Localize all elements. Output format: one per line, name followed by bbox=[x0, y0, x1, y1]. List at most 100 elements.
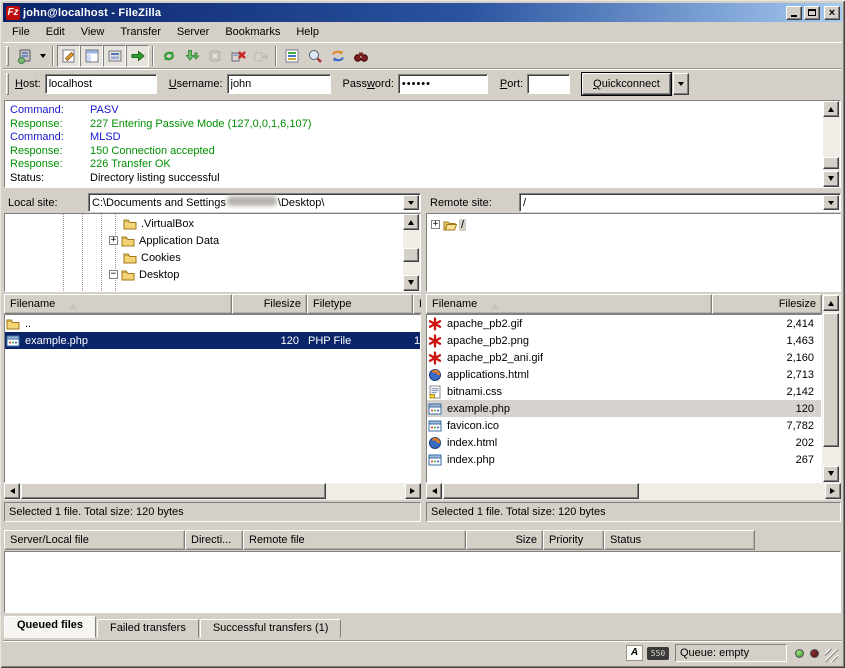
remote-list-scrollbar[interactable] bbox=[822, 294, 841, 483]
tree-item-[interactable]: +/ bbox=[431, 216, 466, 233]
local-list-hscrollbar[interactable] bbox=[4, 483, 421, 500]
remote-hscroll-thumb[interactable] bbox=[443, 483, 639, 499]
tree-item-cookies[interactable]: Cookies bbox=[109, 249, 183, 266]
site-manager-button[interactable] bbox=[13, 45, 36, 67]
disconnect-button[interactable] bbox=[226, 45, 249, 67]
file-row-example-php[interactable]: example.php120PHP File1 bbox=[5, 332, 420, 349]
toggle-local-tree-button[interactable] bbox=[80, 45, 103, 67]
combo-dropdown-button[interactable] bbox=[823, 195, 839, 210]
compare-button[interactable] bbox=[303, 45, 326, 67]
menu-item-server[interactable]: Server bbox=[169, 24, 217, 41]
filename-text: index.html bbox=[445, 437, 497, 449]
menu-item-help[interactable]: Help bbox=[288, 24, 327, 41]
remote-path-combobox[interactable]: / bbox=[519, 193, 841, 212]
column-header-priority[interactable]: Priority bbox=[543, 530, 604, 550]
file-row-index-php[interactable]: index.php267 bbox=[427, 451, 821, 468]
menu-item-file[interactable]: File bbox=[4, 24, 38, 41]
close-button[interactable]: × bbox=[824, 6, 840, 20]
menu-item-edit[interactable]: Edit bbox=[38, 24, 73, 41]
scroll-down-button[interactable] bbox=[823, 466, 839, 482]
column-header-filetype[interactable]: Filetype bbox=[307, 294, 413, 314]
minimize-button[interactable] bbox=[786, 6, 802, 20]
column-header-filename[interactable]: Filename bbox=[426, 294, 712, 314]
host-input[interactable] bbox=[45, 74, 157, 94]
tree-item-virtualbox[interactable]: .VirtualBox bbox=[109, 215, 196, 232]
column-header-filename[interactable]: Filename bbox=[4, 294, 232, 314]
scroll-down-button[interactable] bbox=[403, 275, 419, 291]
file-row-apache-pb2-png[interactable]: apache_pb2.png1,463 bbox=[427, 332, 821, 349]
collapse-minus-icon[interactable]: − bbox=[109, 270, 118, 279]
log-line: Command:PASV bbox=[10, 104, 822, 118]
combo-dropdown-button[interactable] bbox=[403, 195, 419, 210]
process-queue-button[interactable] bbox=[180, 45, 203, 67]
toolbar-grip[interactable] bbox=[6, 46, 9, 66]
scroll-left-button[interactable] bbox=[426, 483, 442, 499]
remote-list-hscrollbar[interactable] bbox=[426, 483, 841, 500]
menu-item-bookmarks[interactable]: Bookmarks bbox=[217, 24, 288, 41]
quickconnect-button[interactable]: Quickconnect bbox=[582, 73, 671, 95]
column-header-status[interactable]: Status bbox=[604, 530, 755, 550]
column-header-remote-file[interactable]: Remote file bbox=[243, 530, 466, 550]
column-header-filesize[interactable]: Filesize bbox=[712, 294, 822, 314]
speed-limit-icon[interactable]: 550 bbox=[647, 647, 669, 660]
scroll-up-button[interactable] bbox=[823, 295, 839, 311]
maximize-button[interactable] bbox=[804, 6, 820, 20]
tab-failed-transfers[interactable]: Failed transfers bbox=[97, 619, 199, 638]
toggle-queue-button[interactable] bbox=[126, 45, 149, 67]
local-tree-scroll-thumb[interactable] bbox=[403, 248, 419, 262]
column-header-server-local-file[interactable]: Server/Local file bbox=[4, 530, 185, 550]
tree-item-desktop[interactable]: −Desktop bbox=[109, 266, 181, 283]
port-input[interactable] bbox=[527, 74, 570, 94]
file-row-bitnami-css[interactable]: bitnami.css2,142 bbox=[427, 383, 821, 400]
expand-plus-icon[interactable]: + bbox=[109, 236, 118, 245]
queue-list[interactable] bbox=[4, 551, 841, 613]
menu-item-transfer[interactable]: Transfer bbox=[112, 24, 169, 41]
scroll-left-button[interactable] bbox=[4, 483, 20, 499]
tab-queued-files[interactable]: Queued files bbox=[4, 616, 96, 638]
resize-grip[interactable] bbox=[825, 649, 838, 662]
column-header-directi[interactable]: Directi... bbox=[185, 530, 243, 550]
menu-item-view[interactable]: View bbox=[73, 24, 113, 41]
refresh-button[interactable] bbox=[157, 45, 180, 67]
tab-successful-transfers-1[interactable]: Successful transfers (1) bbox=[200, 619, 342, 638]
scroll-down-button[interactable] bbox=[823, 171, 839, 187]
scroll-up-button[interactable] bbox=[823, 101, 839, 117]
local-hscroll-thumb[interactable] bbox=[21, 483, 326, 499]
scroll-right-button[interactable] bbox=[405, 483, 421, 499]
local-path-combobox[interactable]: C:\Documents and Settings\Desktop\ bbox=[88, 193, 421, 212]
expand-plus-icon[interactable]: + bbox=[431, 220, 440, 229]
column-header-size[interactable]: Size bbox=[466, 530, 543, 550]
tree-item-application-data[interactable]: +Application Data bbox=[109, 232, 221, 249]
data-type-indicator-icon[interactable]: A bbox=[626, 645, 643, 661]
filter-button[interactable] bbox=[280, 45, 303, 67]
file-row-index-html[interactable]: index.html202 bbox=[427, 434, 821, 451]
column-header-l[interactable]: L bbox=[413, 294, 421, 314]
file-row-favicon-ico[interactable]: favicon.ico7,782 bbox=[427, 417, 821, 434]
file-row-example-php[interactable]: example.php120 bbox=[427, 400, 821, 417]
sync-browse-button[interactable] bbox=[326, 45, 349, 67]
log-scrollbar[interactable] bbox=[823, 101, 840, 187]
username-input[interactable] bbox=[227, 74, 331, 94]
cancel-button[interactable] bbox=[203, 45, 226, 67]
toggle-remote-tree-button[interactable] bbox=[103, 45, 126, 67]
find-files-icon bbox=[353, 48, 369, 64]
cell-name: index.html bbox=[427, 434, 713, 451]
toggle-log-button[interactable] bbox=[57, 45, 80, 67]
file-row-apache-pb2-gif[interactable]: apache_pb2.gif2,414 bbox=[427, 315, 821, 332]
scroll-up-button[interactable] bbox=[403, 214, 419, 230]
site-manager-dropdown-button[interactable] bbox=[36, 45, 49, 67]
quickconnect-dropdown-button[interactable] bbox=[673, 73, 689, 95]
quickconnect-grip[interactable] bbox=[6, 73, 9, 95]
log-scroll-thumb[interactable] bbox=[823, 157, 839, 169]
find-files-button[interactable] bbox=[349, 45, 372, 67]
file-row-apache-pb2-ani-gif[interactable]: apache_pb2_ani.gif2,160 bbox=[427, 349, 821, 366]
reconnect-button[interactable] bbox=[249, 45, 272, 67]
file-row-[interactable]: .. bbox=[5, 315, 420, 332]
scroll-right-button[interactable] bbox=[825, 483, 841, 499]
column-header-label: Server/Local file bbox=[10, 534, 89, 546]
remote-scroll-thumb[interactable] bbox=[823, 313, 839, 447]
local-tree-scrollbar[interactable] bbox=[403, 214, 420, 291]
file-row-applications-html[interactable]: applications.html2,713 bbox=[427, 366, 821, 383]
password-input[interactable] bbox=[398, 74, 488, 94]
column-header-filesize[interactable]: Filesize bbox=[232, 294, 307, 314]
